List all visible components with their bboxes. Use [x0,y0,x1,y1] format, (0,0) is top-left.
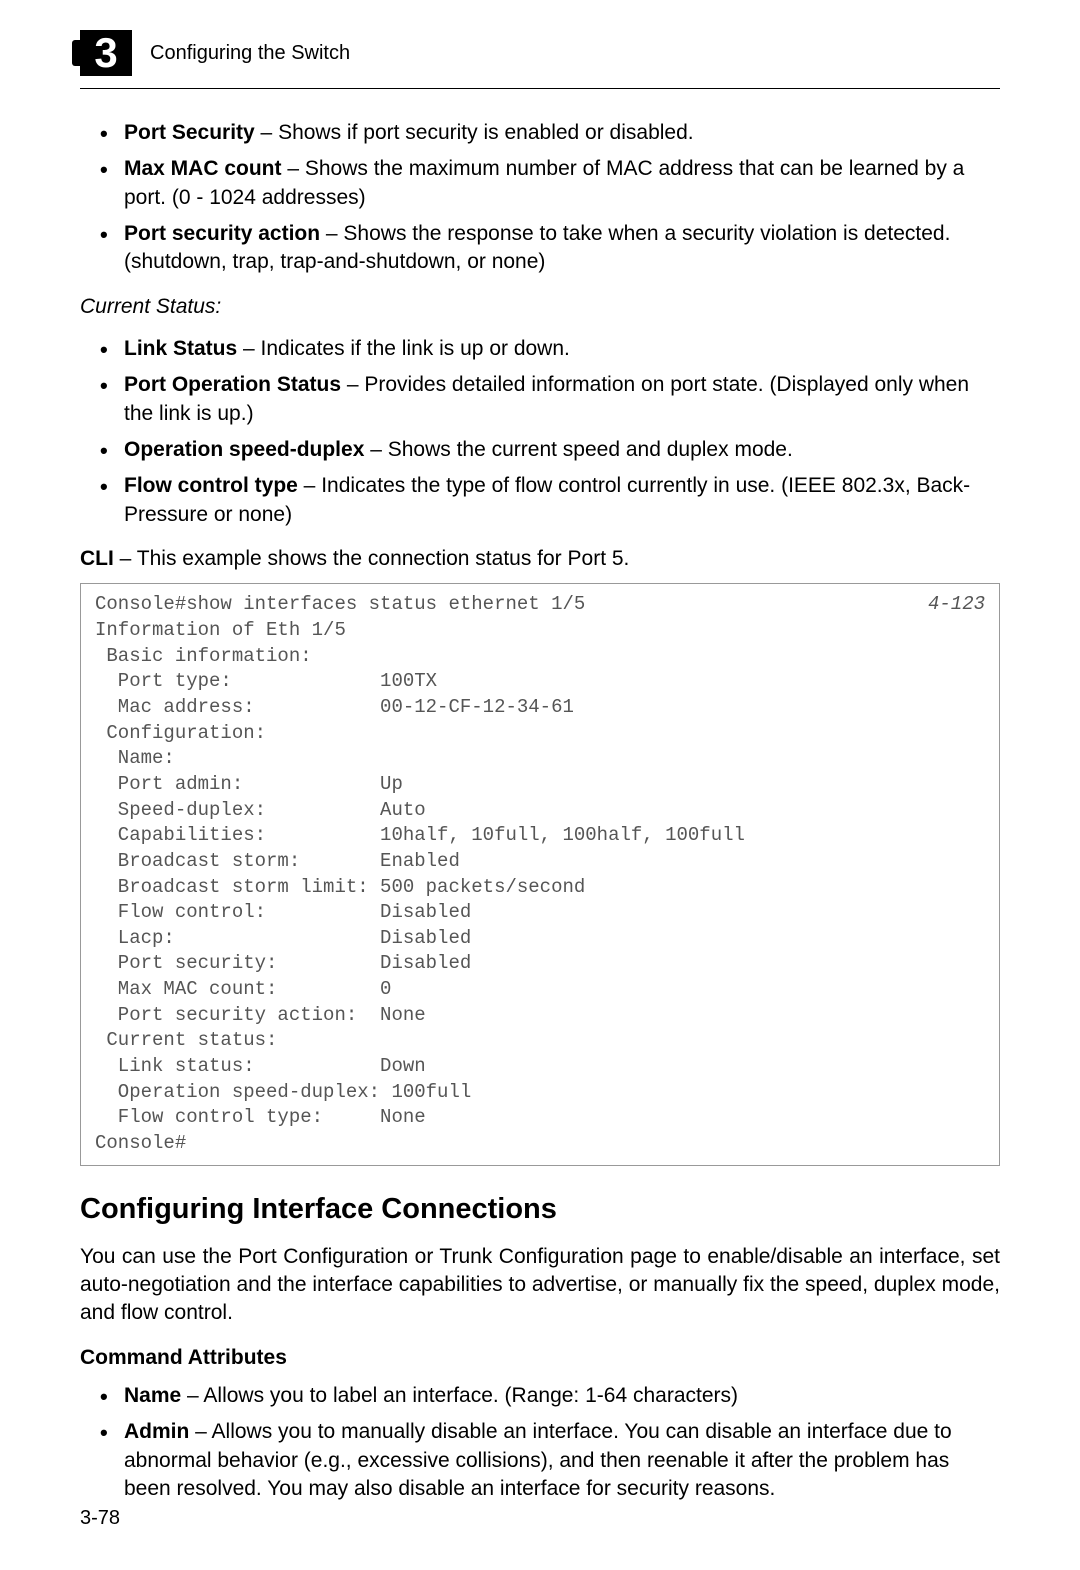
term: Port Operation Status [124,373,341,396]
term: Port Security [124,121,255,144]
page-header: 3 Configuring the Switch [80,30,1000,89]
code-body: Console#show interfaces status ethernet … [95,593,745,1153]
list-item: Admin – Allows you to manually disable a… [100,1418,1000,1503]
list-item: Port security action – Shows the respons… [100,220,1000,277]
desc: – Allows you to manually disable an inte… [124,1420,952,1500]
chapter-number: 3 [94,32,117,74]
page-content: Port Security – Shows if port security i… [80,119,1000,1503]
term: Link Status [124,337,237,360]
term: Max MAC count [124,157,282,180]
list-item: Link Status – Indicates if the link is u… [100,335,1000,363]
cli-desc: – This example shows the connection stat… [114,547,630,570]
command-attribute-list: Name – Allows you to label an interface.… [80,1382,1000,1503]
term: Name [124,1384,181,1407]
section-paragraph: You can use the Port Configuration or Tr… [80,1243,1000,1328]
list-item: Max MAC count – Shows the maximum number… [100,155,1000,212]
cli-output-block: 4-123 Console#show interfaces status ethe… [80,583,1000,1165]
page-number: 3-78 [80,1507,120,1530]
term: Admin [124,1420,189,1443]
list-item: Operation speed-duplex – Shows the curre… [100,436,1000,464]
list-item: Port Security – Shows if port security i… [100,119,1000,147]
section-heading: Configuring Interface Connections [80,1190,1000,1229]
header-title: Configuring the Switch [150,42,350,65]
list-item: Port Operation Status – Provides detaile… [100,371,1000,428]
current-status-label: Current Status: [80,293,1000,321]
term: Flow control type [124,474,298,497]
list-item: Flow control type – Indicates the type o… [100,472,1000,529]
term: Operation speed-duplex [124,438,364,461]
list-item: Name – Allows you to label an interface.… [100,1382,1000,1410]
cli-note: CLI – This example shows the connection … [80,545,1000,573]
desc: – Shows the current speed and duplex mod… [364,438,792,461]
desc: – Allows you to label an interface. (Ran… [181,1384,738,1407]
command-attributes-heading: Command Attributes [80,1344,1000,1372]
chapter-icon: 3 [80,30,132,76]
security-attribute-list: Port Security – Shows if port security i… [80,119,1000,277]
code-page-ref: 4-123 [928,592,985,618]
status-attribute-list: Link Status – Indicates if the link is u… [80,335,1000,529]
cli-label: CLI [80,547,114,570]
desc: – Shows if port security is enabled or d… [255,121,694,144]
term: Port security action [124,222,320,245]
desc: – Indicates if the link is up or down. [237,337,570,360]
